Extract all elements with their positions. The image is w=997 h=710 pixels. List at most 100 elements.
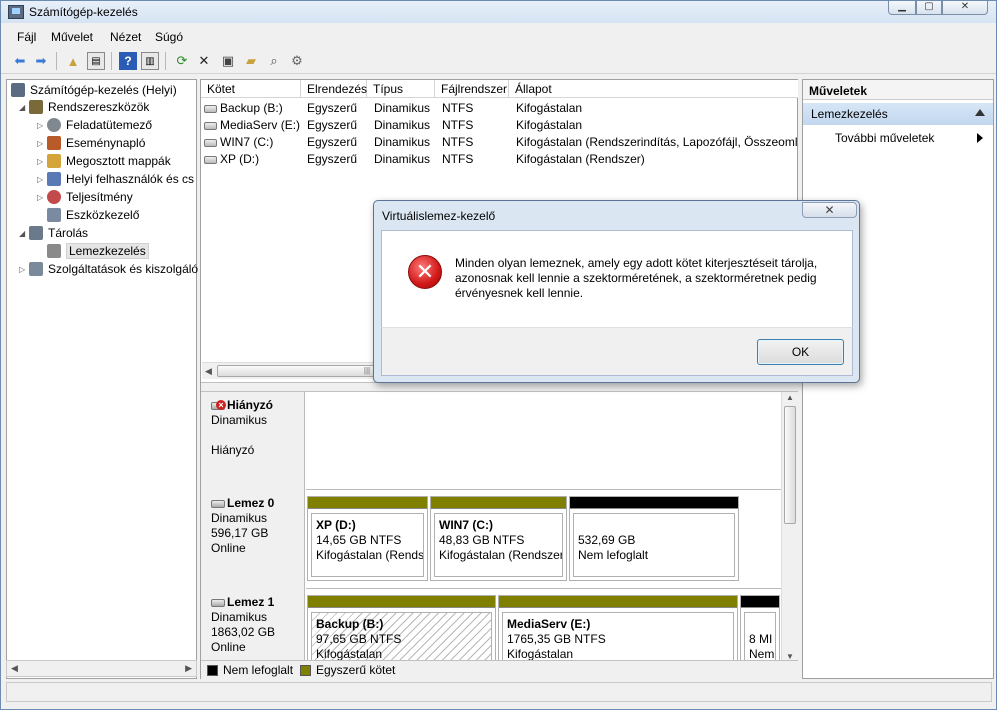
refresh-icon[interactable]: ⟳ (173, 52, 191, 70)
dialog-message: Minden olyan lemeznek, amely egy adott k… (455, 256, 818, 300)
event-log-icon (47, 136, 61, 150)
dialog-close-button[interactable]: ✕ (802, 202, 857, 218)
expand-icon[interactable]: ▷ (19, 265, 29, 274)
disk-row-disk-1[interactable]: Lemez 1 Dinamikus 1863,02 GB Online Back… (201, 589, 781, 662)
scroll-right-icon[interactable]: ▶ (185, 663, 192, 674)
disk-partition-area (306, 392, 781, 490)
disk-icon (211, 598, 225, 607)
submenu-arrow-icon (977, 133, 983, 143)
ok-button[interactable]: OK (757, 339, 844, 365)
collapse-icon[interactable]: ◢ (19, 229, 29, 238)
collapse-icon[interactable] (975, 109, 985, 116)
legend-swatch-simple-volume (300, 665, 311, 676)
back-arrow-icon[interactable]: ⬅ (11, 52, 29, 70)
help-icon[interactable]: ? (119, 52, 137, 70)
disk-graphical-view: Hiányzó Dinamikus Hiányzó Lemez 0 Dinami… (201, 392, 781, 662)
tree-item-device-manager[interactable]: Eszközkezelő (47, 207, 139, 223)
column-header-filesystem[interactable]: Fájlrendszer (435, 80, 509, 98)
legend-label-unallocated: Nem lefoglalt (223, 663, 294, 677)
forward-arrow-icon[interactable]: ➡ (32, 52, 50, 70)
column-header-status[interactable]: Állapot (509, 80, 798, 98)
tree-item-shared-folders[interactable]: ▷ Megosztott mappák (37, 153, 171, 169)
scroll-left-icon[interactable]: ◀ (11, 663, 18, 674)
navigation-tree: Számítógép-kezelés (Helyi) ◢ Rendszeresz… (6, 79, 198, 679)
search-icon[interactable]: ⌕ (265, 52, 283, 70)
error-icon: ✕ (408, 255, 442, 289)
tree-horizontal-scrollbar[interactable]: ◀ ▶ (6, 660, 197, 677)
computer-management-icon (8, 5, 24, 19)
expand-icon[interactable]: ▷ (37, 139, 47, 148)
show-hide-tree-icon[interactable]: ▤ (87, 52, 105, 70)
maximize-button[interactable]: ▢ (916, 1, 942, 15)
computer-management-window: Számítógép-kezelés ▁ ▢ ✕ Fájl Művelet Né… (0, 0, 997, 710)
menu-action[interactable]: Művelet (51, 30, 93, 44)
settings-icon[interactable]: ⚙ (288, 52, 306, 70)
tree-item-services[interactable]: ▷ Szolgáltatások és kiszolgáló (19, 261, 198, 277)
collapse-icon[interactable]: ◢ (19, 103, 29, 112)
tree-item-event-viewer[interactable]: ▷ Eseménynapló (37, 135, 145, 151)
tree-item-task-scheduler[interactable]: ▷ Feladatütemező (37, 117, 152, 133)
partition-unallocated[interactable]: 532,69 GB Nem lefoglalt (569, 496, 739, 581)
tree-item-storage[interactable]: ◢ Tárolás (19, 225, 88, 241)
device-manager-icon (47, 208, 61, 222)
column-header-volume[interactable]: Kötet (201, 80, 301, 98)
scrollbar-thumb[interactable] (784, 406, 796, 524)
disk-row-disk-0[interactable]: Lemez 0 Dinamikus 596,17 GB Online XP (D… (201, 490, 781, 589)
title-bar: Számítógép-kezelés ▁ ▢ ✕ (1, 1, 996, 23)
volume-icon (204, 138, 217, 147)
pane-splitter[interactable] (201, 382, 798, 392)
expand-icon[interactable]: ▷ (37, 157, 47, 166)
disk-partition-area: XP (D:) 14,65 GB NTFS Kifogástalan (Rend… (306, 490, 781, 589)
status-bar (6, 682, 992, 702)
window-title: Számítógép-kezelés (29, 5, 138, 19)
storage-icon (29, 226, 43, 240)
missing-disk-icon (211, 399, 226, 410)
tree-item-local-users[interactable]: ▷ Helyi felhasználók és cs (37, 171, 194, 187)
tree-item-disk-management[interactable]: Lemezkezelés (47, 243, 149, 259)
tree-item-system-tools[interactable]: ◢ Rendszereszközök (19, 99, 149, 115)
legend-label-simple-volume: Egyszerű kötet (316, 663, 396, 677)
disk-label: Lemez 1 Dinamikus 1863,02 GB Online (201, 589, 305, 662)
partition-backup[interactable]: Backup (B:) 97,65 GB NTFS Kifogástalan (307, 595, 496, 662)
expand-icon[interactable]: ▷ (37, 121, 47, 130)
actions-section-disk-management[interactable]: Lemezkezelés (803, 103, 993, 125)
minimize-button[interactable]: ▁ (888, 1, 916, 15)
partition-unallocated[interactable]: 8 MI Nem (740, 595, 780, 662)
volume-icon (204, 155, 217, 164)
tools-icon (29, 100, 43, 114)
more-actions-item[interactable]: További műveletek (803, 125, 993, 147)
shared-folder-icon (47, 154, 61, 168)
tree-item-root[interactable]: Számítógép-kezelés (Helyi) (11, 82, 177, 98)
menu-file[interactable]: Fájl (17, 30, 36, 44)
delete-icon[interactable]: ✕ (195, 52, 213, 70)
users-icon (47, 172, 61, 186)
column-header-layout[interactable]: Elrendezés (301, 80, 367, 98)
disk-row-missing[interactable]: Hiányzó Dinamikus Hiányzó (201, 392, 781, 490)
error-dialog: Virtuálislemez-kezelő ✕ ✕ Minden olyan l… (373, 200, 860, 383)
column-header-type[interactable]: Típus (367, 80, 435, 98)
partition-xp[interactable]: XP (D:) 14,65 GB NTFS Kifogástalan (Rend… (307, 496, 428, 581)
dialog-body: ✕ Minden olyan lemeznek, amely egy adott… (381, 230, 853, 327)
expand-icon[interactable]: ▷ (37, 193, 47, 202)
tree-item-performance[interactable]: ▷ Teljesítmény (37, 189, 133, 205)
dialog-title: Virtuálislemez-kezelő (382, 209, 496, 223)
menu-view[interactable]: Nézet (110, 30, 141, 44)
services-icon (29, 262, 43, 276)
open-folder-icon[interactable]: ▰ (242, 52, 260, 70)
toolbar: ⬅ ➡ ▲ ▤ ? ▥ ⟳ ✕ ▣ ▰ ⌕ ⚙ (1, 48, 996, 74)
clock-icon (47, 118, 61, 132)
disk-view-vertical-scrollbar[interactable]: ▲ ▼ (781, 392, 798, 662)
disk-label: Hiányzó Dinamikus Hiányzó (201, 392, 305, 490)
properties-icon[interactable]: ▣ (219, 52, 237, 70)
disk-partition-area: Backup (B:) 97,65 GB NTFS Kifogástalan M… (306, 589, 781, 662)
scroll-up-icon[interactable]: ▲ (786, 393, 794, 402)
close-button[interactable]: ✕ (942, 1, 988, 15)
expand-icon[interactable]: ▷ (37, 175, 47, 184)
actions-header: Műveletek (803, 80, 993, 100)
menu-help[interactable]: Súgó (155, 30, 183, 44)
partition-mediaserv[interactable]: MediaServ (E:) 1765,35 GB NTFS Kifogásta… (498, 595, 738, 662)
show-hide-action-pane-icon[interactable]: ▥ (141, 52, 159, 70)
partition-win7[interactable]: WIN7 (C:) 48,83 GB NTFS Kifogástalan (Re… (430, 496, 567, 581)
scroll-left-icon[interactable]: ◀ (205, 366, 212, 377)
up-folder-icon[interactable]: ▲ (64, 52, 82, 70)
